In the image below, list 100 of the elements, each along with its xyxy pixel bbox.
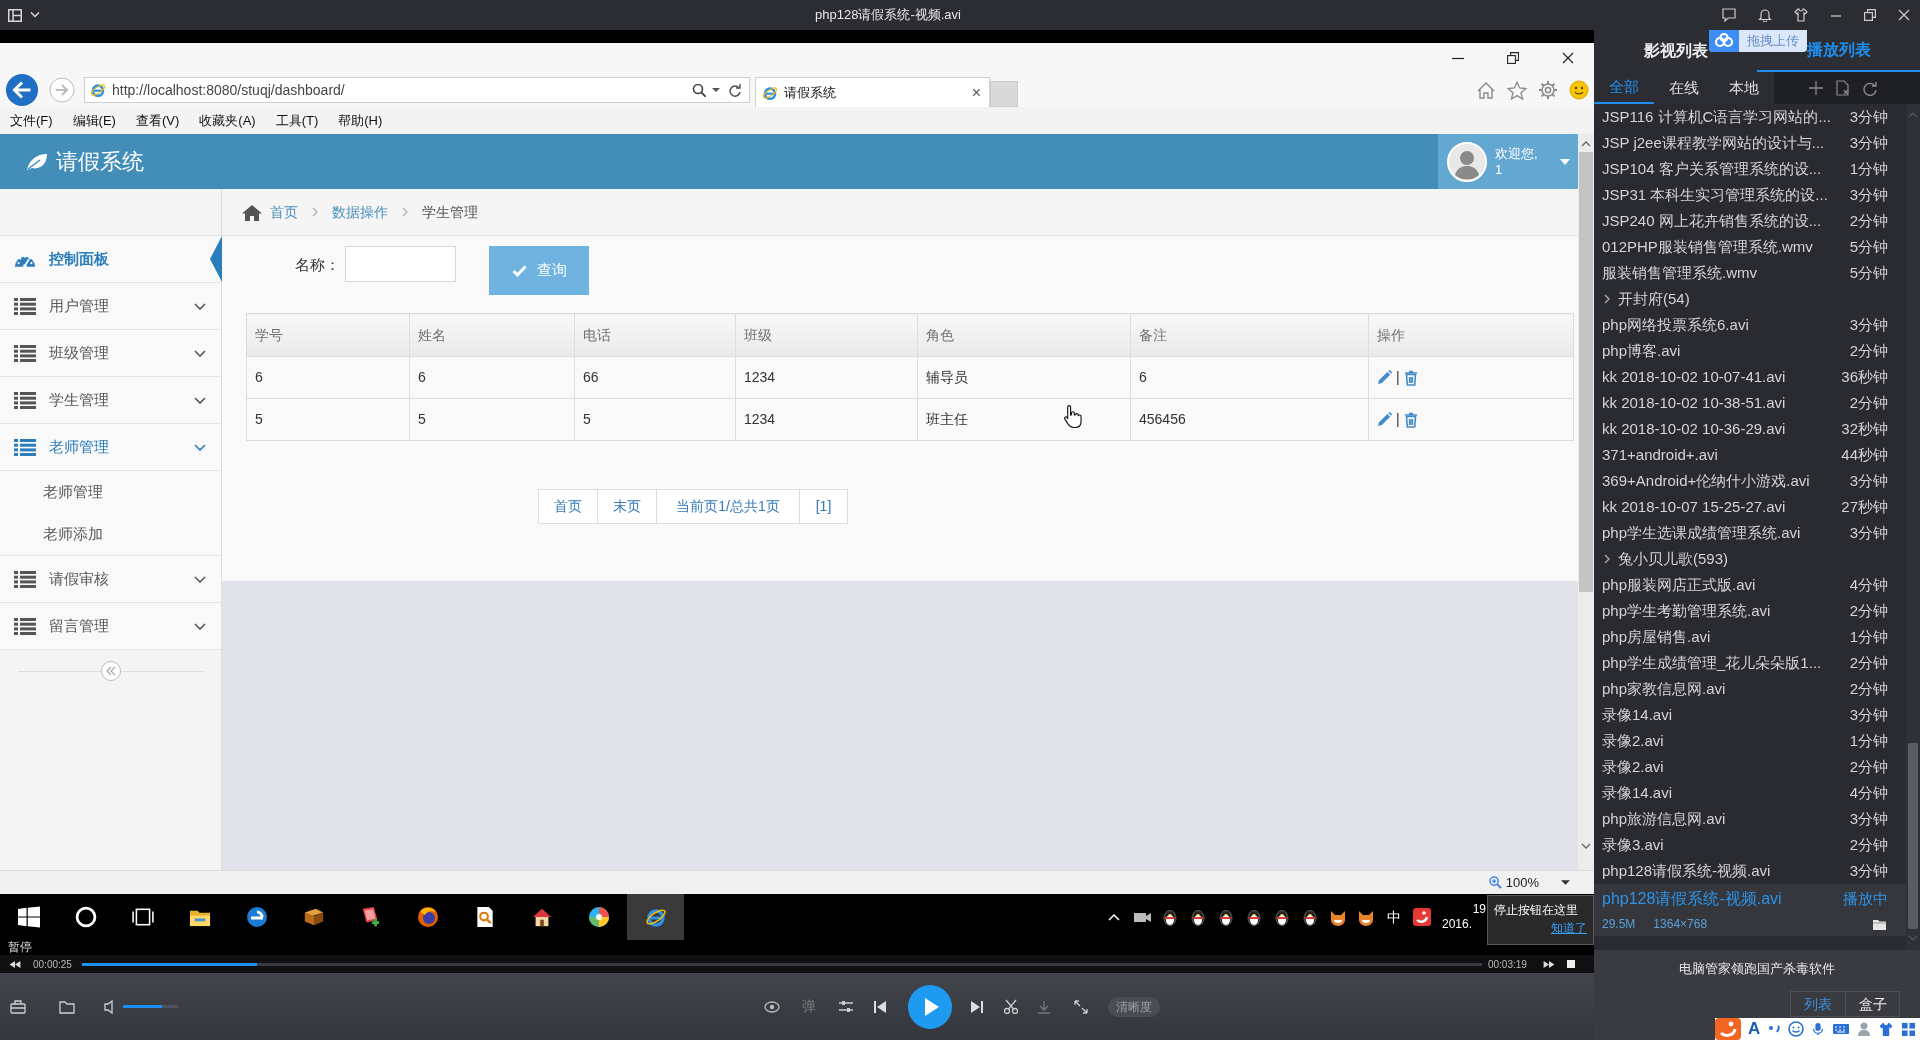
video-title[interactable]: kk 2018-10-02 10-07-41.avi	[1602, 365, 1842, 389]
video-title[interactable]: kk 2018-10-02 10-38-51.avi	[1602, 391, 1850, 415]
play-icon[interactable]	[908, 984, 952, 1029]
fox-icon[interactable]	[1357, 908, 1375, 926]
input-mode-indicator[interactable]: 中	[1387, 906, 1401, 928]
scrollbar-thumb[interactable]	[1908, 743, 1918, 929]
video-title[interactable]: php服装网店正式版.avi	[1602, 573, 1850, 597]
plus-icon[interactable]	[1809, 81, 1823, 95]
sidebar-item[interactable]: 留言管理	[0, 603, 221, 650]
chat-icon[interactable]	[1722, 8, 1736, 22]
volume-slider[interactable]	[123, 1005, 178, 1008]
restore-icon[interactable]	[1507, 52, 1519, 64]
expand-icon[interactable]	[1074, 999, 1088, 1014]
sidebar-item[interactable]: 老师管理	[0, 424, 221, 471]
pencil-icon[interactable]	[1377, 370, 1392, 385]
submenu-item[interactable]: 老师管理	[0, 471, 221, 513]
file-remove-icon[interactable]	[1836, 80, 1850, 96]
penguin-icon[interactable]	[1302, 908, 1318, 926]
chevron-up-icon[interactable]	[1108, 912, 1120, 922]
chevron-right-icon[interactable]	[1604, 554, 1610, 564]
zoom-in-icon[interactable]	[1488, 876, 1502, 889]
folder-title[interactable]: 开封府(54)	[1618, 287, 1690, 311]
fast-forward-icon[interactable]	[1542, 959, 1555, 969]
pagination-button[interactable]: [1]	[799, 489, 848, 524]
sliders-icon[interactable]	[838, 999, 854, 1014]
fox-icon[interactable]	[1329, 908, 1347, 926]
chevron-right-icon[interactable]	[1604, 294, 1610, 304]
playing-item[interactable]: php128请假系统-视频.avi 播放中 29.5M 1364×768	[1594, 884, 1906, 936]
video-title[interactable]: php旅游信息网.avi	[1602, 807, 1850, 831]
scroll-down-icon[interactable]	[1581, 843, 1591, 850]
scrollbar-thumb[interactable]	[1579, 152, 1593, 592]
previous-icon[interactable]	[874, 999, 886, 1014]
video-title[interactable]: php博客.avi	[1602, 339, 1850, 363]
speaker-icon[interactable]	[104, 998, 114, 1015]
scissors-icon[interactable]	[1003, 999, 1019, 1014]
penguin-icon[interactable]	[1274, 908, 1290, 926]
chevron-down-icon[interactable]	[30, 12, 40, 18]
video-title[interactable]: 服装销售管理系统.wmv	[1602, 261, 1850, 285]
video-title[interactable]: JSP104 客户关系管理系统的设...	[1602, 157, 1850, 181]
smiley-icon[interactable]	[1569, 80, 1589, 100]
trash-icon[interactable]	[1403, 369, 1418, 386]
name-input-field[interactable]	[345, 246, 456, 282]
video-title[interactable]: JSP116 计算机C语言学习网站的...	[1602, 105, 1850, 129]
video-title[interactable]: 369+Android+伦纳什小游戏.avi	[1602, 469, 1850, 493]
video-title[interactable]: php学生考勤管理系统.avi	[1602, 599, 1850, 623]
sidebar-item[interactable]: 学生管理	[0, 377, 221, 424]
penguin-icon[interactable]	[1190, 908, 1206, 926]
shirt-icon[interactable]	[1794, 8, 1808, 22]
video-title[interactable]: JSP j2ee课程教学网站的设计与...	[1602, 131, 1850, 155]
keyboard-icon[interactable]	[1832, 1021, 1851, 1037]
eye-icon[interactable]	[764, 999, 780, 1014]
video-title[interactable]: php128请假系统-视频.avi	[1602, 859, 1850, 883]
bell-icon[interactable]	[1758, 8, 1772, 22]
next-icon[interactable]	[971, 999, 983, 1014]
video-title[interactable]: php学生成绩管理_花儿朵朵版1...	[1602, 651, 1850, 675]
video-title[interactable]: 012PHP服装销售管理系统.wmv	[1602, 235, 1850, 259]
grid-icon[interactable]	[1901, 1021, 1917, 1037]
dismiss-link[interactable]: 知道了	[1551, 919, 1587, 937]
smile-tile-icon[interactable]	[1413, 908, 1431, 926]
filter-tab[interactable]: 全部	[1594, 72, 1654, 104]
menu-item[interactable]: 帮助(H)	[338, 110, 383, 131]
settings-icon[interactable]	[1538, 80, 1558, 100]
video-title[interactable]: kk 2018-10-07 15-25-27.avi	[1602, 495, 1842, 519]
filter-tab[interactable]: 在线	[1654, 72, 1714, 104]
browser-tab[interactable]: 请假系统 ×	[755, 77, 990, 107]
video-title[interactable]: 录像14.avi	[1602, 781, 1850, 805]
progress-track[interactable]	[81, 962, 1482, 966]
penguin-icon[interactable]	[1246, 908, 1262, 926]
video-title[interactable]: 录像3.avi	[1602, 833, 1850, 857]
penguin-icon[interactable]	[1218, 908, 1234, 926]
ad-text[interactable]: 电脑管家领跑国产杀毒软件	[1594, 950, 1920, 979]
video-title[interactable]: php房屋销售.avi	[1602, 625, 1850, 649]
video-title[interactable]: JSP240 网上花卉销售系统的设...	[1602, 209, 1850, 233]
sidebar-item[interactable]: 控制面板	[0, 236, 221, 283]
refresh-icon[interactable]	[1863, 80, 1878, 96]
caret-down-icon[interactable]	[712, 88, 720, 92]
stop-icon[interactable]	[1566, 960, 1575, 968]
pagination-button[interactable]: 末页	[597, 489, 657, 524]
submenu-item[interactable]: 老师添加	[0, 513, 221, 555]
video-title[interactable]: 录像2.avi	[1602, 729, 1850, 753]
refresh-icon[interactable]	[728, 83, 741, 97]
sidebar-item[interactable]: 用户管理	[0, 283, 221, 330]
close-icon[interactable]	[1562, 52, 1574, 64]
punctuation-icon[interactable]	[1767, 1023, 1782, 1035]
view-tab[interactable]: 盒子	[1845, 992, 1899, 1016]
address-bar[interactable]: http://localhost:8080/stuqj/dashboard/	[84, 77, 750, 103]
menu-item[interactable]: 工具(T)	[275, 110, 319, 131]
video-title[interactable]: 录像14.avi	[1602, 703, 1850, 727]
caret-down-icon[interactable]	[1561, 880, 1570, 885]
sidebar-item[interactable]: 请假审核	[0, 556, 221, 603]
download-icon[interactable]	[1037, 999, 1051, 1014]
menu-item[interactable]: 编辑(E)	[72, 110, 116, 131]
tab-close-button[interactable]: ×	[971, 84, 981, 101]
folder-title[interactable]: 兔小贝儿歌(593)	[1618, 547, 1729, 571]
folder-icon[interactable]	[1873, 918, 1886, 930]
video-title[interactable]: JSP31 本科生实习管理系统的设...	[1602, 183, 1850, 207]
folder-icon[interactable]	[59, 999, 75, 1014]
video-title[interactable]: 371+android+.avi	[1602, 443, 1842, 467]
smile-tile-icon[interactable]	[1715, 1018, 1741, 1040]
shirt-icon[interactable]	[1878, 1021, 1895, 1037]
